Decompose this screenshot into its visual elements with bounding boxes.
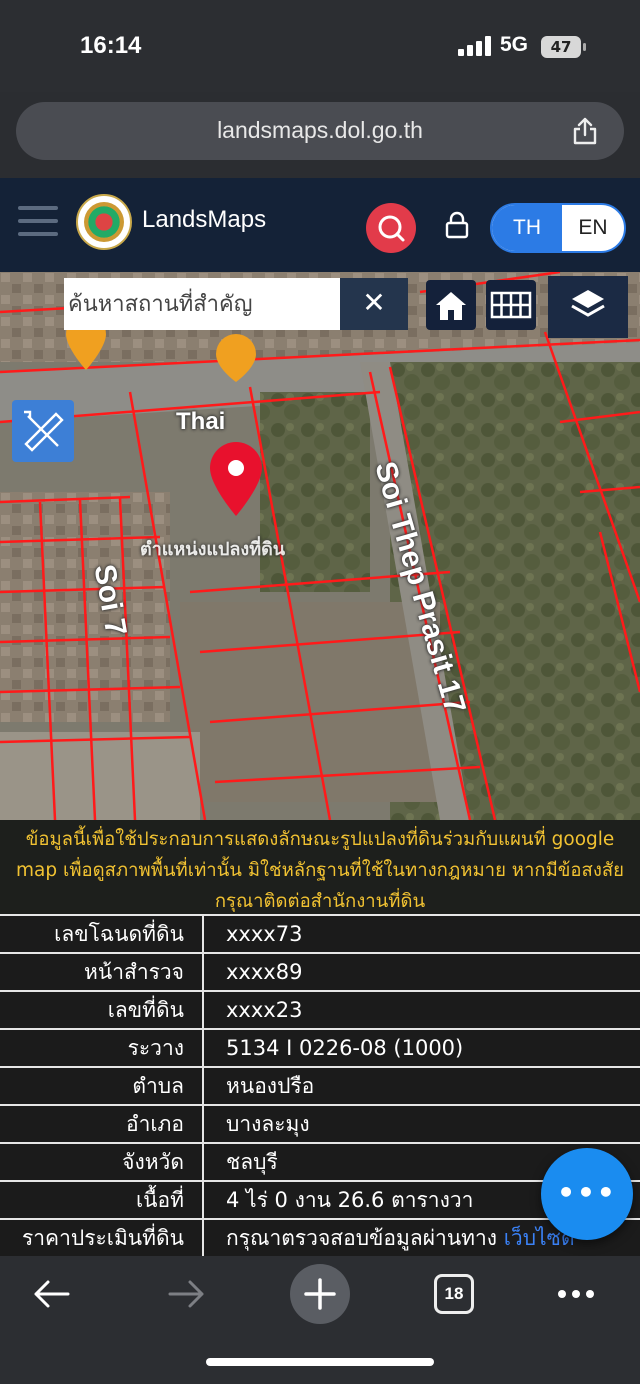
plus-icon bbox=[304, 1278, 336, 1310]
measure-tool-button[interactable] bbox=[12, 400, 74, 462]
table-row: ตำบล หนองปรือ bbox=[0, 1066, 640, 1104]
language-toggle: TH EN bbox=[490, 203, 626, 253]
lang-en-button[interactable]: EN bbox=[562, 205, 624, 251]
battery-icon: 47 bbox=[541, 36, 586, 58]
row-label: อำเภอ bbox=[0, 1106, 204, 1142]
table-row: เลขโฉนดที่ดิน xxxx73 bbox=[0, 914, 640, 952]
table-row: ระวาง 5134 I 0226-08 (1000) bbox=[0, 1028, 640, 1066]
disclaimer-banner: ข้อมูลนี้เพื่อใช้ประกอบการแสดงลักษณะรูปแ… bbox=[0, 820, 640, 916]
new-tab-button[interactable] bbox=[290, 1264, 350, 1324]
status-bar: 16:14 5G 47 bbox=[0, 0, 640, 92]
status-time: 16:14 bbox=[80, 32, 142, 59]
disclaimer-text: ข้อมูลนี้เพื่อใช้ประกอบการแสดงลักษณะรูปแ… bbox=[16, 829, 624, 912]
share-icon[interactable] bbox=[570, 116, 600, 146]
search-button[interactable] bbox=[366, 203, 416, 253]
row-value-text: กรุณาตรวจสอบข้อมูลผ่านทาง bbox=[226, 1226, 504, 1250]
row-value: xxxx73 bbox=[226, 922, 303, 946]
parcel-marker-label: ตำแหน่งแปลงที่ดิน bbox=[140, 539, 286, 559]
logo bbox=[76, 194, 132, 250]
row-value: xxxx23 bbox=[226, 998, 303, 1022]
home-icon bbox=[436, 292, 466, 320]
layers-icon bbox=[571, 290, 605, 317]
map-search-input[interactable] bbox=[64, 278, 340, 330]
layers-button[interactable] bbox=[548, 276, 628, 338]
signal-icon bbox=[458, 36, 491, 56]
row-value: xxxx89 bbox=[226, 960, 303, 984]
table-row: อำเภอ บางละมุง bbox=[0, 1104, 640, 1142]
row-value: กรุณาตรวจสอบข้อมูลผ่านทาง เว็บไซต์ bbox=[226, 1220, 575, 1256]
row-value: 4 ไร่ 0 งาน 26.6 ตารางวา bbox=[226, 1188, 474, 1212]
grid-icon bbox=[490, 291, 532, 319]
row-label: จังหวัด bbox=[0, 1144, 204, 1180]
row-label: เนื้อที่ bbox=[0, 1182, 204, 1218]
lock-icon[interactable] bbox=[444, 210, 470, 240]
table-row: เลขที่ดิน xxxx23 bbox=[0, 990, 640, 1028]
home-indicator bbox=[206, 1358, 434, 1366]
home-button[interactable] bbox=[426, 280, 476, 330]
row-label: เลขโฉนดที่ดิน bbox=[0, 916, 204, 952]
more-actions-button[interactable]: ••• bbox=[541, 1148, 633, 1240]
row-label: หน้าสำรวจ bbox=[0, 954, 204, 990]
network-type: 5G bbox=[500, 33, 529, 56]
table-row: ราคาประเมินที่ดิน กรุณาตรวจสอบข้อมูลผ่าน… bbox=[0, 1218, 640, 1256]
row-label: ตำบล bbox=[0, 1068, 204, 1104]
row-value: บางละมุง bbox=[226, 1112, 310, 1136]
back-icon[interactable] bbox=[30, 1274, 74, 1314]
more-dots-icon: ••• bbox=[557, 1176, 617, 1209]
map-search-box: ✕ bbox=[64, 278, 408, 330]
row-value: หนองปรือ bbox=[226, 1074, 315, 1098]
table-row: หน้าสำรวจ xxxx89 bbox=[0, 952, 640, 990]
more-menu-icon[interactable] bbox=[556, 1274, 596, 1314]
grid-button[interactable] bbox=[486, 280, 536, 330]
menu-icon[interactable] bbox=[18, 206, 58, 238]
row-value: ชลบุรี bbox=[226, 1150, 278, 1174]
row-label: เลขที่ดิน bbox=[0, 992, 204, 1028]
row-label: ราคาประเมินที่ดิน bbox=[0, 1220, 204, 1256]
map-label-thai: Thai bbox=[176, 408, 226, 435]
search-icon bbox=[378, 215, 405, 242]
satellite-map bbox=[0, 272, 640, 820]
address-bar[interactable]: landsmaps.dol.go.th bbox=[16, 102, 624, 160]
map-view[interactable]: Thai Soi 7 Soi Thep Prasit 17 ตำแหน่งแปล… bbox=[0, 272, 640, 820]
row-value: 5134 I 0226-08 (1000) bbox=[226, 1036, 464, 1060]
brand-name: LandsMaps bbox=[142, 206, 267, 233]
ruler-pencil-icon bbox=[24, 410, 64, 452]
row-label: ระวาง bbox=[0, 1030, 204, 1066]
url-text: landsmaps.dol.go.th bbox=[217, 117, 423, 143]
tabs-button[interactable]: 18 bbox=[434, 1274, 474, 1314]
forward-icon[interactable] bbox=[164, 1274, 208, 1314]
lang-th-button[interactable]: TH bbox=[492, 205, 562, 251]
clear-search-button[interactable]: ✕ bbox=[340, 278, 408, 330]
app-header: LandsMaps TH EN bbox=[0, 178, 640, 272]
